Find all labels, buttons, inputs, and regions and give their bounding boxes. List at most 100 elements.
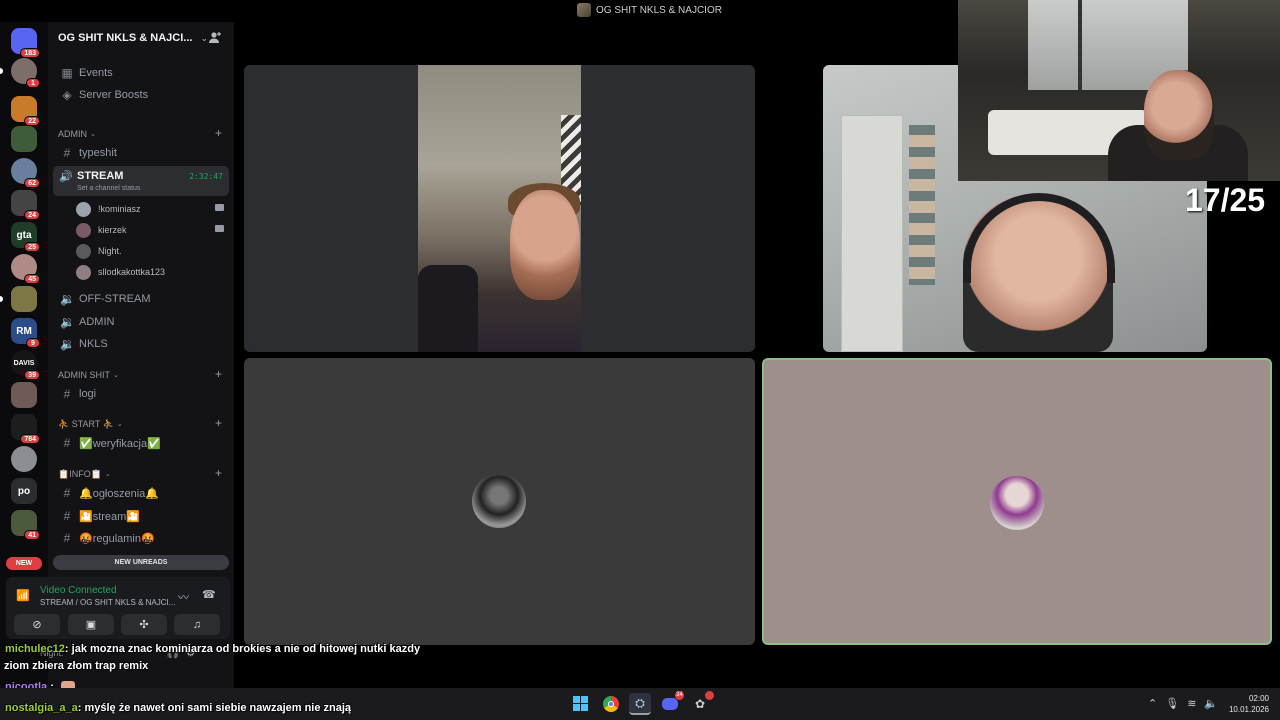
mention-badge: 62 [24, 178, 40, 188]
wifi-icon[interactable]: ≋ [1187, 698, 1204, 710]
channel-ogloszenia[interactable]: # 🔔ogłoszenia🔔 [54, 483, 228, 503]
events-label: Events [79, 67, 113, 79]
soundboard-icon: ♫ [192, 618, 202, 631]
hashtag-icon: # [63, 146, 71, 160]
microphone-icon[interactable]: 🎙 [1165, 698, 1187, 710]
steam-taskbar-button[interactable]: ⛭ [629, 693, 651, 715]
chrome-taskbar-button[interactable] [600, 693, 622, 715]
server-icon-server-9[interactable] [11, 286, 37, 312]
voice-channel-nkls[interactable]: 🔉 NKLS [54, 334, 228, 354]
voice-member[interactable]: Night. [76, 241, 228, 261]
server-icon-server-16[interactable]: 41 [11, 510, 40, 540]
chevron-down-icon: ⌄ [116, 421, 123, 428]
server-header[interactable]: OG SHIT NKLS & NAJCI... ⌄ [48, 22, 234, 54]
channel-label: OFF-STREAM [79, 293, 151, 305]
category-start[interactable]: ⛹ START ⛹ ⌄ + [54, 416, 228, 431]
channel-label: ✅weryfikacja✅ [79, 437, 161, 450]
channel-regulamin[interactable]: # 🤬regulamin🤬 [54, 528, 228, 548]
soundboard-button[interactable]: ♫ [174, 614, 220, 635]
server-icon-server-2[interactable]: 1 [11, 58, 40, 88]
activities-button[interactable]: ✣ [121, 614, 167, 635]
voice-channel-admin[interactable]: 🔉 ADMIN [54, 312, 228, 332]
channel-stream[interactable]: # 🎦stream🎦 [54, 506, 228, 526]
window-title-text: OG SHIT NKLS & NAJCIOR [596, 4, 722, 16]
category-label: ADMIN SHIT [58, 370, 111, 380]
chrome-icon [603, 696, 619, 712]
server-icon-server-12[interactable] [11, 382, 37, 408]
voice-channel-stream[interactable]: 🔊 STREAM 2:32:47 Set a channel status [53, 166, 229, 196]
camera-icon [215, 204, 224, 211]
chevron-down-icon: ⌄ [90, 131, 96, 138]
voice-connection-panel: 📶 Video Connected STREAM / OG SHIT NKLS … [6, 577, 230, 639]
door [841, 115, 903, 352]
server-initials: po [17, 485, 31, 497]
server-icon-discord-home[interactable]: 183 [11, 28, 40, 58]
server-icon-server-14[interactable] [11, 446, 37, 472]
chat-user: nostalgia_a_a [5, 702, 78, 714]
volume-icon[interactable]: 🔈 [1204, 698, 1226, 710]
signal-icon[interactable]: 📶 [16, 589, 30, 602]
events-item[interactable]: ▦ Events [54, 63, 228, 83]
server-icon-server-po[interactable]: po [11, 478, 37, 504]
chevron-down-icon: ⌄ [104, 471, 111, 478]
camera-toggle-button[interactable]: ⊘ [14, 614, 60, 635]
new-unreads-badge[interactable]: NEW [6, 557, 42, 570]
video-tile-kominiasz[interactable] [244, 65, 755, 352]
server-icon-server-gta[interactable]: gta 25 [11, 222, 40, 252]
server-icon-server-davis[interactable]: DAVIS 39 [11, 350, 40, 380]
voice-channel-offstream[interactable]: 🔉 OFF-STREAM [54, 289, 228, 309]
add-channel-icon[interactable]: + [215, 126, 222, 140]
channel-typeshit[interactable]: # typeshit [54, 143, 228, 163]
taskbar-clock[interactable]: 02:00 10.01.2026 [1227, 693, 1269, 715]
start-button[interactable] [570, 693, 592, 715]
voice-status-subtitle[interactable]: STREAM / OG SHIT NKLS & NAJCI... [40, 598, 175, 607]
voice-member[interactable]: !kominiasz [76, 199, 228, 219]
channel-label: ADMIN [79, 316, 115, 328]
noise-suppression-icon[interactable]: 〰 [178, 589, 189, 605]
mention-badge: 41 [24, 530, 40, 540]
channel-label: logi [79, 388, 97, 400]
category-admin[interactable]: ADMIN ⌄ + [54, 126, 228, 141]
voice-member[interactable]: kierzek [76, 220, 228, 240]
face [1144, 70, 1214, 160]
add-channel-icon[interactable]: + [215, 466, 222, 480]
server-icon-server-3[interactable]: 22 [11, 96, 40, 126]
avatar-tile-sllodkakottka[interactable] [762, 358, 1272, 645]
server-icon-server-8[interactable]: 45 [11, 254, 40, 284]
chat-user: michulec12 [5, 643, 65, 655]
channel-weryfikacja[interactable]: # ✅weryfikacja✅ [54, 433, 228, 453]
add-channel-icon[interactable]: + [215, 367, 222, 381]
server-avatar [11, 286, 37, 312]
category-admin-shit[interactable]: ADMIN SHIT ⌄ + [54, 367, 228, 382]
unread-pip [0, 68, 3, 74]
new-unreads-pill[interactable]: NEW UNREADS [53, 555, 229, 570]
discord-taskbar-button[interactable]: 34 [659, 691, 684, 715]
server-boosts-item[interactable]: ◈ Server Boosts [54, 85, 228, 105]
add-channel-icon[interactable]: + [215, 416, 222, 430]
server-icon-server-5[interactable]: 62 [11, 158, 40, 188]
clock-date: 10.01.2026 [1228, 705, 1269, 714]
chat-message: nostalgia_a_a: myślę że nawet oni sami s… [5, 702, 351, 714]
avatar-tile-night[interactable] [244, 358, 755, 645]
chevron-up-icon[interactable]: ⌃ [1148, 698, 1165, 710]
server-icon-server-4[interactable] [11, 126, 37, 152]
server-icon-server-10[interactable]: RM 9 [11, 318, 40, 348]
category-label: 📋INFO📋 [58, 468, 102, 479]
system-tray: ⌃🎙≋🔈 [1148, 697, 1226, 710]
disconnect-icon[interactable]: ☎ [202, 588, 216, 601]
category-info[interactable]: 📋INFO📋 ⌄ + [54, 466, 228, 481]
channel-status[interactable]: Set a channel status [77, 185, 140, 192]
server-icon [577, 3, 591, 17]
app-taskbar-button[interactable]: ✿ [689, 691, 714, 715]
server-icon-server-13[interactable]: 784 [11, 414, 40, 444]
invite-people-icon[interactable] [208, 31, 222, 45]
voice-member[interactable]: sllodkakottka123 [76, 262, 228, 282]
category-label: ⛹ START ⛹ [58, 418, 114, 429]
speaker-icon: 🔉 [60, 337, 75, 351]
server-icon-server-6[interactable]: 24 [11, 190, 40, 220]
screen-share-button[interactable]: ▣ [68, 614, 114, 635]
channel-logi[interactable]: # logi [54, 384, 228, 404]
server-avatar [11, 126, 37, 152]
avatar [76, 201, 91, 217]
chevron-down-icon: ⌄ [200, 32, 209, 43]
